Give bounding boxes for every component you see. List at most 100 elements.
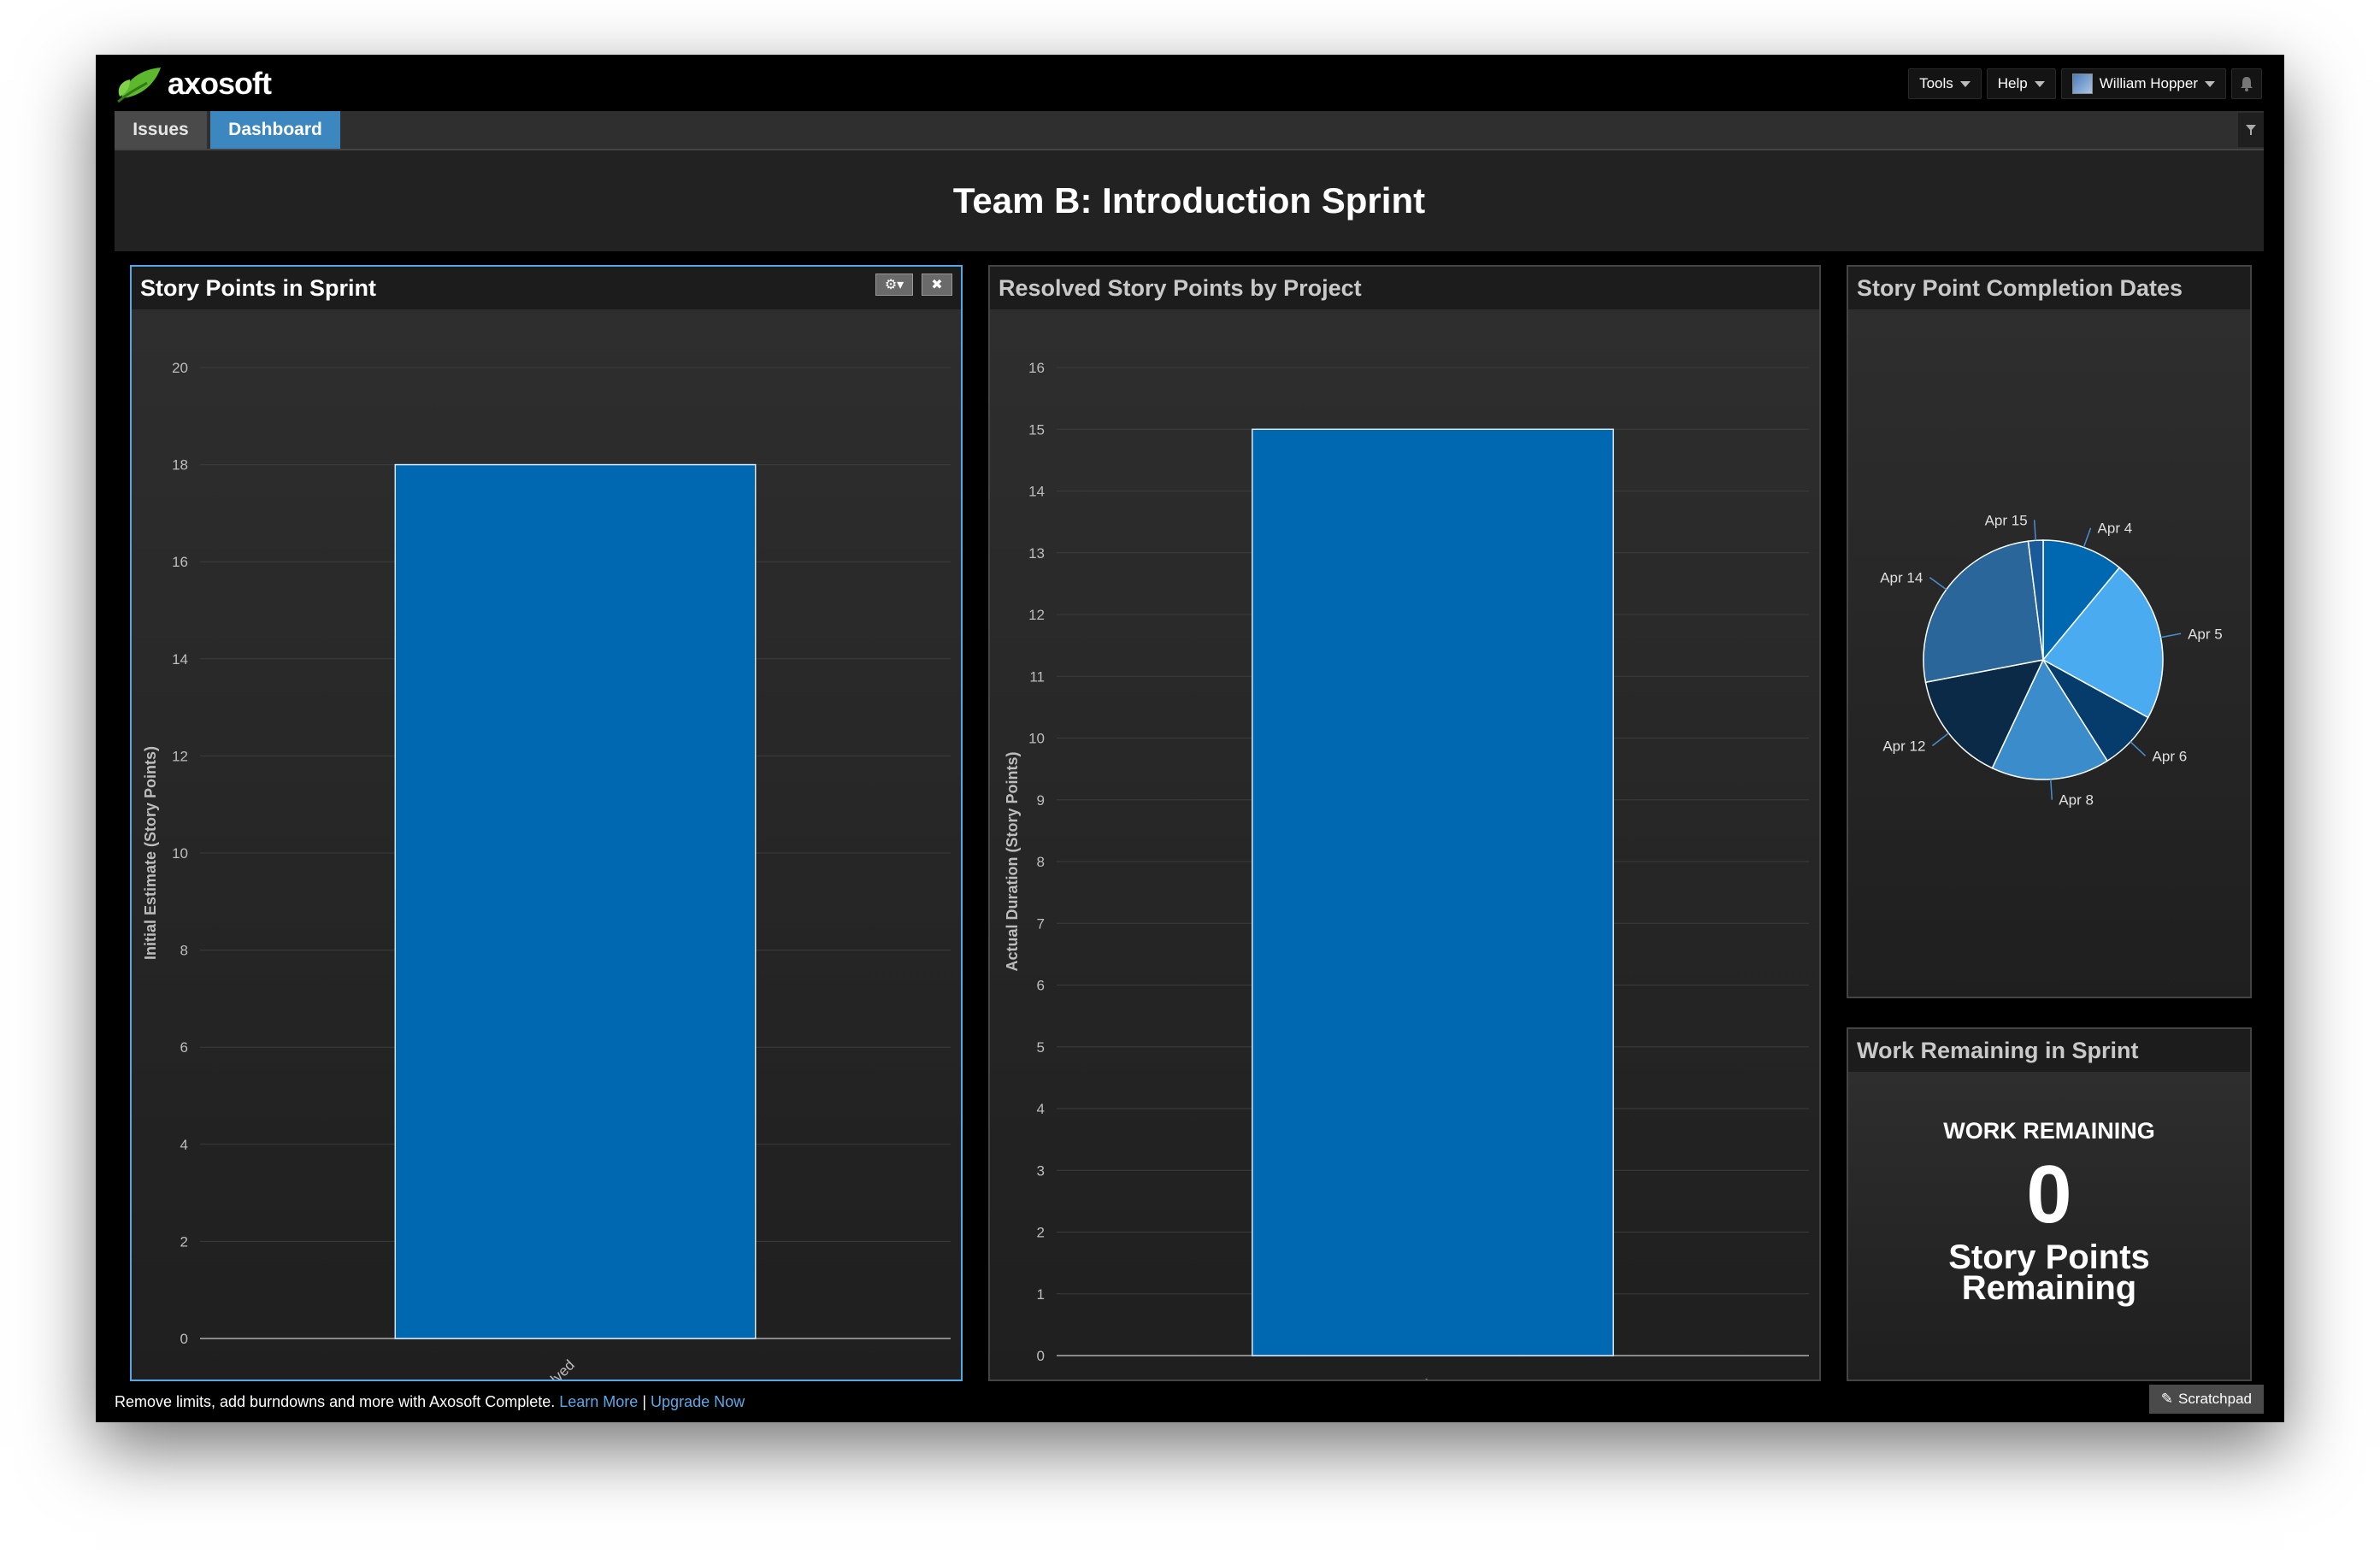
axosoft-logo[interactable]: axosoft xyxy=(116,63,272,104)
panel-title: Resolved Story Points by Project xyxy=(999,274,1362,301)
pie-label: Apr 6 xyxy=(2153,748,2188,764)
scratchpad-button[interactable]: ✎ Scratchpad xyxy=(2148,1385,2264,1414)
chart-area: 012345678910111213141516TeamProjectActua… xyxy=(990,309,1819,1380)
chevron-down-icon xyxy=(2205,80,2215,87)
y-tick-label: 0 xyxy=(1037,1348,1045,1364)
y-tick-label: 11 xyxy=(1029,668,1045,685)
story-points-panel[interactable]: Story Points in Sprint ⚙▾ ✖ 0 2 4 6 8 10 12 14 1… xyxy=(130,265,963,1381)
pie-leader-line xyxy=(1931,732,1949,747)
chevron-down-icon xyxy=(1959,80,1971,87)
y-tick-label: 2 xyxy=(1037,1225,1045,1241)
gear-icon: ⚙▾ xyxy=(884,278,904,292)
panel-title: Story Point Completion Dates xyxy=(1857,274,2183,301)
y-tick-label: 15 xyxy=(1028,421,1045,438)
y-axis-title: Initial Estimate (Story Points) xyxy=(142,746,159,960)
pie-leader-line xyxy=(2160,632,2182,638)
pie-leader-line xyxy=(2082,527,2092,548)
pie-leader-line xyxy=(2130,741,2147,756)
y-tick-label: 13 xyxy=(1028,545,1045,562)
chart-area: Apr 4 Apr 5 Apr 6 Apr 8 Apr 12 Apr 14 Apr 15 xyxy=(1848,309,2250,997)
scratchpad-label: Scratchpad xyxy=(2178,1391,2252,1407)
panel-title: Story Points in Sprint xyxy=(140,274,377,301)
pie-label: Apr 8 xyxy=(2059,792,2094,809)
tools-label: Tools xyxy=(1919,75,1953,91)
tab-dashboard[interactable]: Dashboard xyxy=(210,111,340,149)
work-remaining-value: 0 xyxy=(2026,1149,2072,1240)
y-tick-label: 8 xyxy=(1037,854,1045,870)
y-axis-title: Actual Duration (Story Points) xyxy=(1004,751,1021,971)
page-title: Team B: Introduction Sprint xyxy=(952,180,1426,221)
pie-leader-line xyxy=(2050,779,2053,800)
footer-text: Remove limits, add burndowns and more wi… xyxy=(115,1393,556,1410)
settings-button[interactable]: ⚙▾ xyxy=(875,274,913,296)
chart-area: 02468101214161820ResolvedStatusInitial E… xyxy=(132,309,961,1380)
logo-text: axosoft xyxy=(168,66,272,101)
y-tick-label: 10 xyxy=(172,845,188,862)
y-tick-label: 0 xyxy=(180,1331,188,1347)
filter-button[interactable] xyxy=(2238,113,2264,147)
bell-icon xyxy=(2241,77,2253,91)
y-tick-label: 12 xyxy=(172,748,188,764)
filter-icon xyxy=(2246,125,2256,135)
tools-menu[interactable]: Tools xyxy=(1908,68,1982,99)
user-menu[interactable]: William Hopper xyxy=(2060,68,2226,99)
panel-header[interactable]: Work Remaining in Sprint xyxy=(1848,1029,2250,1072)
y-tick-label: 14 xyxy=(172,651,188,668)
y-tick-label: 2 xyxy=(180,1233,188,1250)
pie-leader-line xyxy=(1929,576,1947,591)
x-tick-label: Team xyxy=(1399,1374,1435,1380)
learn-more-link[interactable]: Learn More xyxy=(559,1393,638,1410)
pie-label: Apr 5 xyxy=(2188,626,2223,642)
completion-dates-panel[interactable]: Story Point Completion Dates Apr 4 Apr 5A… xyxy=(1847,265,2252,998)
avatar xyxy=(2071,74,2093,94)
work-remaining-heading: WORK REMAINING xyxy=(1943,1118,2155,1144)
pencil-icon: ✎ xyxy=(2160,1391,2173,1407)
y-tick-label: 5 xyxy=(1037,1039,1045,1056)
work-remaining-panel[interactable]: Work Remaining in Sprint WORK REMAINING … xyxy=(1847,1027,2252,1381)
bar xyxy=(1252,428,1614,1356)
upgrade-footer: Remove limits, add burndowns and more wi… xyxy=(115,1393,745,1411)
footer-separator: | xyxy=(642,1393,647,1410)
resolved-points-chart: 012345678910111213141516TeamProjectActua… xyxy=(1004,360,1809,1380)
y-tick-label: 20 xyxy=(172,360,188,376)
y-tick-label: 4 xyxy=(180,1137,188,1153)
resolved-points-panel[interactable]: Resolved Story Points by Project 0123456… xyxy=(988,265,1821,1381)
upgrade-now-link[interactable]: Upgrade Now xyxy=(651,1393,745,1410)
panel-controls: ⚙▾ ✖ xyxy=(875,274,952,296)
y-tick-label: 12 xyxy=(1028,607,1045,623)
dashboard-title-bar: Team B: Introduction Sprint xyxy=(115,150,2264,251)
help-menu[interactable]: Help xyxy=(1986,68,2056,99)
y-tick-label: 9 xyxy=(1037,792,1045,809)
bar xyxy=(394,463,757,1339)
tab-label: Issues xyxy=(133,120,189,139)
y-tick-label: 10 xyxy=(1028,731,1045,747)
close-button[interactable]: ✖ xyxy=(922,274,952,296)
pie-label: Apr 14 xyxy=(1880,570,1923,586)
pie-slice xyxy=(1923,540,2044,684)
y-tick-label: 18 xyxy=(172,457,188,474)
y-tick-label: 3 xyxy=(1037,1162,1045,1179)
panel-header[interactable]: Story Point Completion Dates xyxy=(1848,267,2250,309)
pie-label: Apr 4 xyxy=(2098,521,2133,537)
chevron-down-icon xyxy=(2034,80,2045,87)
story-points-chart: 02468101214161820ResolvedStatusInitial E… xyxy=(142,360,951,1380)
user-name: William Hopper xyxy=(2099,75,2198,91)
pie-label: Apr 12 xyxy=(1882,738,1925,755)
panel-header[interactable]: Resolved Story Points by Project xyxy=(990,267,1819,309)
panel-header[interactable]: Story Points in Sprint xyxy=(132,267,961,309)
pie-label: Apr 15 xyxy=(1985,512,2028,528)
y-tick-label: 7 xyxy=(1037,915,1045,932)
work-remaining-unit-2: Remaining xyxy=(1961,1269,2137,1307)
tab-issues[interactable]: Issues xyxy=(115,111,207,149)
app-window: axosoft Tools Help William Hopper Issues xyxy=(96,55,2284,1422)
y-tick-label: 8 xyxy=(180,943,188,959)
help-label: Help xyxy=(1997,75,2028,91)
top-menu: Tools Help William Hopper xyxy=(1908,68,2262,99)
y-tick-label: 16 xyxy=(172,554,188,570)
work-remaining-body: WORK REMAINING 0 Story Points Remaining xyxy=(1848,1072,2250,1380)
y-tick-label: 14 xyxy=(1028,484,1045,500)
tab-bar: Issues Dashboard xyxy=(115,111,2264,150)
completion-dates-pie: Apr 4 Apr 5 Apr 6 Apr 8 Apr 12 Apr 14 Apr 15 xyxy=(1880,512,2223,809)
notification-bell-button[interactable] xyxy=(2231,68,2262,99)
y-tick-label: 1 xyxy=(1037,1286,1045,1303)
